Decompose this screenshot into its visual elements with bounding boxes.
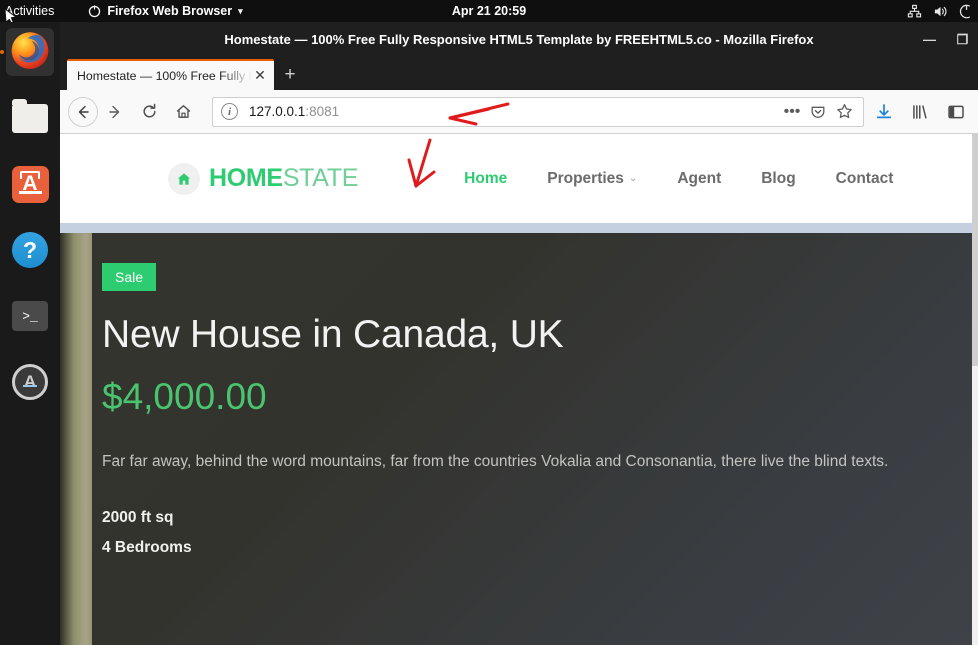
- site-nav: Home Properties ⌄ Agent Blog Contact: [444, 170, 913, 188]
- url-host: 127.0.0.1: [249, 104, 306, 119]
- library-icon[interactable]: [910, 102, 930, 122]
- hero-description: Far far away, behind the word mountains,…: [102, 453, 889, 470]
- gnome-top-bar: Activities Firefox Web Browser ▾ Apr 21 …: [0, 0, 978, 25]
- nav-item-properties[interactable]: Properties ⌄: [527, 170, 657, 188]
- dock-item-files[interactable]: [6, 94, 54, 142]
- nav-label: Contact: [835, 169, 894, 187]
- status-badge: Sale: [102, 263, 157, 291]
- window-titlebar: Homestate — 100% Free Fully Responsive H…: [60, 22, 978, 57]
- firefox-glyph-svg: [89, 4, 101, 17]
- activities-button[interactable]: Activities: [5, 4, 54, 18]
- tab-homestate[interactable]: Homestate — 100% Free Fully Responsive H…: [67, 59, 274, 90]
- hero-spec-bedrooms: 4 Bedrooms: [102, 538, 192, 556]
- dock-item-ubuntu-software[interactable]: A: [6, 160, 54, 208]
- nav-item-blog[interactable]: Blog: [741, 170, 815, 188]
- navigation-toolbar: i 127.0.0.1:8081 •••: [60, 90, 978, 134]
- window-controls: — ❐: [922, 22, 976, 57]
- url-bar[interactable]: i 127.0.0.1:8081 •••: [212, 96, 864, 127]
- sidebar-icon[interactable]: [946, 102, 966, 122]
- hero-spec-area: 2000 ft sq: [102, 508, 174, 526]
- page-actions-button[interactable]: •••: [779, 103, 805, 121]
- pocket-icon[interactable]: [805, 104, 831, 120]
- home-icon: [168, 162, 200, 195]
- hero-section: Sale New House in Canada, UK $4,000.00 F…: [60, 233, 978, 645]
- logo-part-1: HOME: [209, 164, 283, 192]
- nav-item-home[interactable]: Home: [444, 170, 527, 188]
- site-logo-text: HOMESTATE: [209, 164, 358, 193]
- software-updater-icon: A: [12, 364, 48, 400]
- logo-part-2: STATE: [282, 164, 359, 192]
- tab-strip: Homestate — 100% Free Fully Responsive H…: [60, 57, 978, 90]
- maximize-button[interactable]: ❐: [955, 32, 970, 47]
- nav-item-agent[interactable]: Agent: [657, 170, 741, 188]
- firefox-icon: [88, 4, 101, 18]
- page-title: New House in Canada, UK: [102, 313, 564, 356]
- hero-content: Sale New House in Canada, UK $4,000.00 F…: [60, 233, 978, 563]
- ubuntu-dock: A ? >_ A: [0, 22, 60, 645]
- url-text[interactable]: 127.0.0.1:8081: [249, 104, 779, 119]
- new-tab-button[interactable]: +: [274, 59, 306, 90]
- nav-label: Blog: [761, 169, 796, 187]
- running-indicator-dot: [0, 50, 4, 54]
- app-menu-label: Firefox Web Browser: [107, 4, 233, 18]
- ubuntu-software-icon: A: [11, 165, 49, 203]
- firefox-icon: [9, 29, 51, 76]
- dock-item-software-updater[interactable]: A: [6, 358, 54, 406]
- reload-button[interactable]: [132, 97, 166, 127]
- nav-label: Agent: [677, 169, 722, 187]
- web-page-content: HOMESTATE Home Properties ⌄ Agent Blog Co…: [60, 134, 978, 645]
- toolbar-icons: [874, 102, 970, 122]
- help-icon: ?: [12, 232, 48, 268]
- downloads-icon[interactable]: [874, 102, 894, 122]
- chevron-down-icon: ▾: [238, 5, 243, 16]
- firefox-window: Homestate — 100% Free Fully Responsive H…: [60, 22, 978, 645]
- close-icon[interactable]: ✕: [252, 67, 268, 84]
- home-button[interactable]: [166, 97, 200, 127]
- folder-icon: [12, 98, 48, 133]
- site-header: HOMESTATE Home Properties ⌄ Agent Blog Co…: [60, 134, 978, 223]
- minimize-button[interactable]: —: [922, 32, 937, 47]
- system-tray[interactable]: [907, 0, 974, 22]
- software-underline: [18, 191, 42, 194]
- tab-title: Homestate — 100% Free Fully Responsive H…: [77, 68, 252, 83]
- selection-band: [60, 223, 978, 233]
- forward-button[interactable]: [98, 97, 132, 127]
- network-wired-icon[interactable]: [907, 4, 922, 19]
- updater-underline: [23, 385, 37, 387]
- window-title: Homestate — 100% Free Fully Responsive H…: [224, 32, 814, 47]
- chevron-down-icon: ⌄: [628, 173, 638, 184]
- info-icon[interactable]: i: [221, 103, 238, 120]
- nav-label: Home: [464, 169, 508, 187]
- back-button[interactable]: [68, 96, 98, 127]
- site-logo[interactable]: HOMESTATE: [168, 162, 358, 195]
- bookmark-star-icon[interactable]: [831, 103, 857, 120]
- terminal-icon: >_: [12, 301, 48, 331]
- screen: Activities Firefox Web Browser ▾ Apr 21 …: [0, 0, 978, 645]
- dock-item-terminal[interactable]: >_: [6, 292, 54, 340]
- power-icon[interactable]: [959, 4, 974, 19]
- hero-price: $4,000.00: [102, 376, 267, 417]
- nav-label: Properties: [547, 169, 624, 187]
- dock-item-firefox[interactable]: [0, 28, 54, 76]
- page-scrollbar-thumb[interactable]: [972, 134, 978, 366]
- dock-item-help[interactable]: ?: [6, 226, 54, 274]
- page-scrollbar[interactable]: [972, 134, 978, 645]
- updater-glyph: A: [23, 372, 37, 391]
- url-port: :8081: [305, 104, 340, 119]
- app-menu-button[interactable]: Firefox Web Browser ▾: [88, 4, 243, 18]
- volume-icon[interactable]: [933, 4, 948, 19]
- nav-item-contact[interactable]: Contact: [816, 170, 914, 188]
